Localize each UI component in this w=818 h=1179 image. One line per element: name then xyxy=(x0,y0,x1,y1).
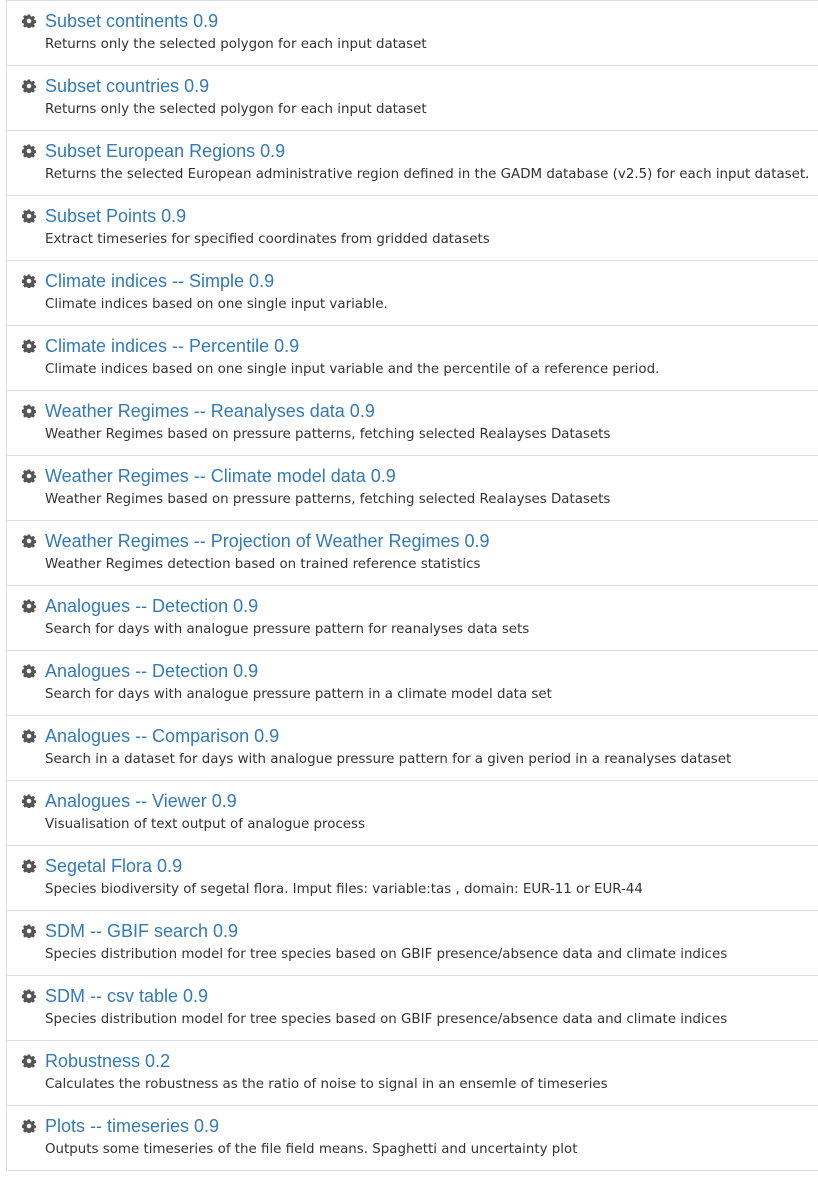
list-item: SDM -- GBIF search 0.9 Species distribut… xyxy=(7,911,818,976)
process-title-link[interactable]: Segetal Flora 0.9 xyxy=(45,855,818,877)
gear-icon xyxy=(22,534,36,548)
process-title-link[interactable]: Plots -- timeseries 0.9 xyxy=(45,1115,818,1137)
gear-icon xyxy=(22,1119,36,1133)
list-item: Plots -- timeseries 0.9 Outputs some tim… xyxy=(7,1106,818,1171)
process-title-link[interactable]: Weather Regimes -- Climate model data 0.… xyxy=(45,465,818,487)
list-item: Subset continents 0.9 Returns only the s… xyxy=(7,1,818,66)
list-item: Climate indices -- Simple 0.9 Climate in… xyxy=(7,261,818,326)
process-title-link[interactable]: Analogues -- Detection 0.9 xyxy=(45,660,818,682)
list-item: Weather Regimes -- Climate model data 0.… xyxy=(7,456,818,521)
list-item: Analogues -- Detection 0.9 Search for da… xyxy=(7,586,818,651)
process-title-link[interactable]: Analogues -- Viewer 0.9 xyxy=(45,790,818,812)
process-list: Subset continents 0.9 Returns only the s… xyxy=(6,0,818,1171)
process-description: Visualisation of text output of analogue… xyxy=(45,817,365,832)
gear-icon xyxy=(22,859,36,873)
gear-icon xyxy=(22,274,36,288)
process-description: Search in a dataset for days with analog… xyxy=(45,752,732,767)
list-item: SDM -- csv table 0.9 Species distributio… xyxy=(7,976,818,1041)
process-title-link[interactable]: Analogues -- Detection 0.9 xyxy=(45,595,818,617)
process-description: Weather Regimes based on pressure patter… xyxy=(45,492,611,507)
process-title-link[interactable]: Subset continents 0.9 xyxy=(45,10,818,32)
process-description: Outputs some timeseries of the file fiel… xyxy=(45,1142,578,1157)
process-title-link[interactable]: Subset European Regions 0.9 xyxy=(45,140,818,162)
list-item: Subset countries 0.9 Returns only the se… xyxy=(7,66,818,131)
process-description: Species biodiversity of segetal flora. I… xyxy=(45,882,643,897)
process-title-link[interactable]: Climate indices -- Simple 0.9 xyxy=(45,270,818,292)
process-description: Climate indices based on one single inpu… xyxy=(45,362,660,377)
gear-icon xyxy=(22,599,36,613)
gear-icon xyxy=(22,924,36,938)
process-title-link[interactable]: Weather Regimes -- Projection of Weather… xyxy=(45,530,818,552)
process-description: Weather Regimes detection based on train… xyxy=(45,557,481,572)
gear-icon xyxy=(22,1054,36,1068)
list-item: Weather Regimes -- Reanalyses data 0.9 W… xyxy=(7,391,818,456)
process-title-link[interactable]: Weather Regimes -- Reanalyses data 0.9 xyxy=(45,400,818,422)
process-description: Species distribution model for tree spec… xyxy=(45,1012,728,1027)
list-item: Analogues -- Detection 0.9 Search for da… xyxy=(7,651,818,716)
process-description: Species distribution model for tree spec… xyxy=(45,947,728,962)
process-title-link[interactable]: Climate indices -- Percentile 0.9 xyxy=(45,335,818,357)
process-title-link[interactable]: SDM -- csv table 0.9 xyxy=(45,985,818,1007)
gear-icon xyxy=(22,339,36,353)
gear-icon xyxy=(22,144,36,158)
gear-icon xyxy=(22,209,36,223)
gear-icon xyxy=(22,794,36,808)
process-description: Extract timeseries for specified coordin… xyxy=(45,232,490,247)
process-description: Returns only the selected polygon for ea… xyxy=(45,37,427,52)
process-description: Search for days with analogue pressure p… xyxy=(45,687,552,702)
process-description: Climate indices based on one single inpu… xyxy=(45,297,388,312)
list-item: Robustness 0.2 Calculates the robustness… xyxy=(7,1041,818,1106)
list-item: Analogues -- Comparison 0.9 Search in a … xyxy=(7,716,818,781)
process-description: Search for days with analogue pressure p… xyxy=(45,622,530,637)
process-description: Weather Regimes based on pressure patter… xyxy=(45,427,611,442)
process-title-link[interactable]: Subset countries 0.9 xyxy=(45,75,818,97)
list-item: Analogues -- Viewer 0.9 Visualisation of… xyxy=(7,781,818,846)
gear-icon xyxy=(22,79,36,93)
process-title-link[interactable]: Analogues -- Comparison 0.9 xyxy=(45,725,818,747)
process-description: Returns only the selected polygon for ea… xyxy=(45,102,427,117)
process-title-link[interactable]: Robustness 0.2 xyxy=(45,1050,818,1072)
process-title-link[interactable]: Subset Points 0.9 xyxy=(45,205,818,227)
gear-icon xyxy=(22,469,36,483)
gear-icon xyxy=(22,989,36,1003)
list-item: Weather Regimes -- Projection of Weather… xyxy=(7,521,818,586)
list-item: Climate indices -- Percentile 0.9 Climat… xyxy=(7,326,818,391)
gear-icon xyxy=(22,404,36,418)
list-item: Subset European Regions 0.9 Returns the … xyxy=(7,131,818,196)
gear-icon xyxy=(22,664,36,678)
gear-icon xyxy=(22,14,36,28)
gear-icon xyxy=(22,729,36,743)
list-item: Subset Points 0.9 Extract timeseries for… xyxy=(7,196,818,261)
process-description: Returns the selected European administra… xyxy=(45,167,810,182)
list-item: Segetal Flora 0.9 Species biodiversity o… xyxy=(7,846,818,911)
process-description: Calculates the robustness as the ratio o… xyxy=(45,1077,608,1092)
process-title-link[interactable]: SDM -- GBIF search 0.9 xyxy=(45,920,818,942)
